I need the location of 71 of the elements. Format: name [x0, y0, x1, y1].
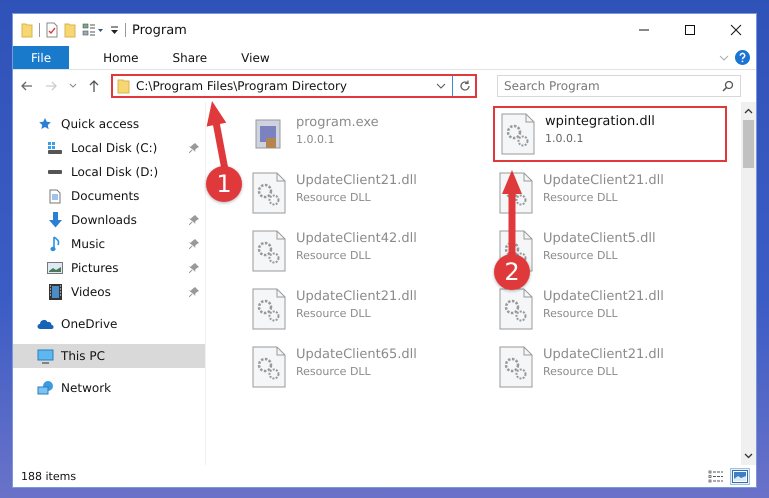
item-count: 188 items [21, 470, 76, 482]
sidebar-item[interactable]: Quick access [13, 112, 205, 136]
file-detail: Resource DLL [543, 364, 619, 378]
scroll-up-icon[interactable] [744, 108, 753, 114]
network-icon [36, 380, 54, 396]
file-detail: Resource DLL [296, 248, 372, 262]
file-detail: Resource DLL [543, 306, 619, 320]
recent-dropdown-icon[interactable] [69, 83, 77, 89]
file-name[interactable]: wpintegration.dll [545, 114, 655, 128]
settings-file-icon[interactable] [501, 113, 535, 155]
pin-icon[interactable] [189, 287, 199, 297]
search-icon[interactable] [722, 80, 734, 92]
details-view-button[interactable] [706, 468, 726, 484]
ribbon-tab[interactable]: View [227, 46, 284, 69]
properties-icon[interactable] [46, 22, 58, 38]
settings-file-icon[interactable] [252, 230, 286, 272]
drive-icon [47, 142, 63, 154]
view-dropdown-icon[interactable] [82, 23, 104, 37]
ribbon-tab[interactable]: Home [89, 46, 153, 69]
scrollbar-thumb[interactable] [743, 120, 754, 168]
file-detail: Resource DLL [296, 306, 372, 320]
sidebar-item[interactable]: Pictures [13, 256, 205, 280]
sidebar-item[interactable]: OneDrive [13, 312, 205, 336]
download-icon [48, 212, 62, 228]
pin-icon[interactable] [189, 263, 199, 273]
scroll-down-icon[interactable] [744, 453, 753, 459]
file-detail: Resource DLL [296, 190, 372, 204]
star-icon [38, 117, 52, 131]
settings-file-icon[interactable] [252, 172, 286, 214]
sidebar-item[interactable]: Music [13, 232, 205, 256]
cloud-icon [36, 318, 54, 330]
close-icon[interactable] [730, 24, 742, 36]
sidebar-item[interactable]: Local Disk (D:) [13, 160, 205, 184]
pictures-icon [47, 262, 63, 274]
sidebar-item[interactable]: Documents [13, 184, 205, 208]
drive-icon [47, 169, 63, 175]
address-bar[interactable]: C:\Program Files\Program Directory [111, 74, 477, 98]
settings-file-icon[interactable] [499, 288, 533, 330]
pin-icon[interactable] [189, 215, 199, 225]
computer-icon [36, 348, 54, 364]
search-field[interactable]: Search Program [497, 75, 741, 97]
file-detail: 1.0.0.1 [296, 132, 336, 146]
film-icon [48, 284, 62, 300]
file-detail: Resource DLL [543, 190, 619, 204]
ribbon-tab[interactable]: Share [158, 46, 222, 69]
sidebar-item[interactable]: Downloads [13, 208, 205, 232]
sidebar-item[interactable]: This PC [13, 344, 205, 368]
music-note-icon [50, 236, 60, 252]
settings-file-icon[interactable] [252, 346, 286, 388]
sidebar-item[interactable]: Network [13, 376, 205, 400]
new-folder-icon[interactable] [64, 22, 76, 38]
large-icons-view-button[interactable] [730, 468, 750, 484]
file-detail: Resource DLL [296, 364, 372, 378]
pin-icon[interactable] [189, 143, 199, 153]
settings-file-icon[interactable] [499, 346, 533, 388]
ribbon-tab[interactable]: File [13, 46, 70, 69]
pin-icon[interactable] [189, 239, 199, 249]
file-detail: Resource DLL [543, 248, 619, 262]
chevron-down-icon[interactable] [719, 54, 729, 60]
sidebar-item[interactable]: Local Disk (C:) [13, 136, 205, 160]
maximize-icon[interactable] [684, 24, 696, 36]
file-detail: 1.0.0.1 [545, 132, 584, 144]
back-icon[interactable] [21, 81, 33, 91]
document-icon [49, 188, 61, 204]
help-icon[interactable] [735, 50, 750, 65]
folder-icon[interactable] [21, 22, 33, 38]
window-title: Program [132, 22, 187, 38]
settings-file-icon[interactable] [252, 288, 286, 330]
up-icon[interactable] [89, 80, 99, 92]
customize-caret-icon[interactable] [110, 25, 119, 35]
sidebar-item[interactable]: Videos [13, 280, 205, 304]
